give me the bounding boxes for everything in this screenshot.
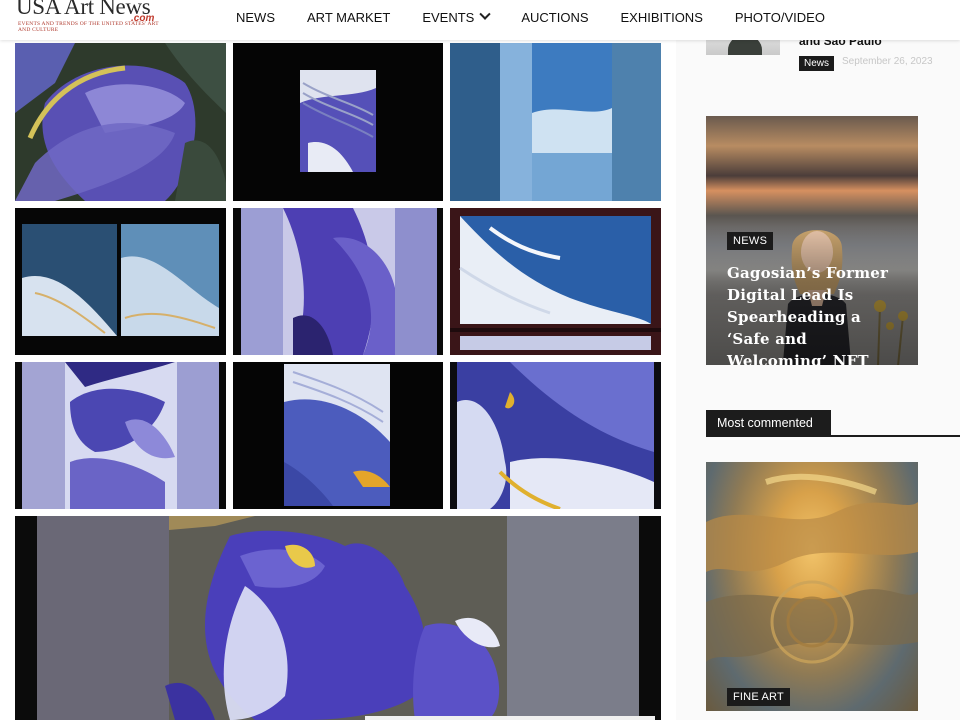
feature-article-category-badge[interactable]: NEWS <box>727 232 774 250</box>
nav-item-events[interactable]: EVENTS <box>422 8 492 25</box>
nav-item-photo-video[interactable]: PHOTO/VIDEO <box>735 10 825 25</box>
header-bar: USA Art News .com Events and trends of t… <box>0 0 960 40</box>
gallery-image-4[interactable] <box>15 208 226 355</box>
chevron-down-icon <box>479 8 492 20</box>
main-navigation: NEWS ART MARKET EVENTS AUCTIONS EXHIBITI… <box>236 0 857 34</box>
gallery-image-2[interactable] <box>233 43 443 201</box>
gallery-image-7[interactable] <box>15 362 226 509</box>
nav-item-label: NEWS <box>236 9 275 25</box>
gallery-image-1[interactable] <box>15 43 226 201</box>
iris-bloom-graphic <box>450 362 661 509</box>
nav-item-exhibitions[interactable]: EXHIBITIONS <box>621 10 703 25</box>
nav-item-label: EXHIBITIONS <box>620 9 703 25</box>
nav-item-art-market[interactable]: ART MARKET <box>307 10 390 25</box>
petal-print-graphic <box>233 43 443 201</box>
fine-art-category-badge[interactable]: FINE ART <box>727 688 790 706</box>
nav-item-auctions[interactable]: AUCTIONS <box>521 10 588 25</box>
most-commented-heading: Most commented <box>706 410 831 437</box>
fine-art-painting-graphic <box>706 473 918 664</box>
gallery-image-3[interactable] <box>450 43 661 201</box>
iris-strips-graphic <box>233 208 443 355</box>
logo-tagline: Events and trends of the United States' … <box>18 21 159 33</box>
petal-yellow-graphic <box>233 362 443 509</box>
gallery-image-10[interactable] <box>15 516 661 720</box>
iris-closeup-graphic <box>15 43 226 201</box>
gallery-image-8[interactable] <box>233 362 443 509</box>
iris-swirl-graphic <box>15 362 226 509</box>
nav-item-label: AUCTIONS <box>521 9 589 25</box>
framed-wave-graphic <box>450 208 661 355</box>
nav-item-label: EVENTS <box>422 9 475 25</box>
nav-item-label: PHOTO/VIDEO <box>734 9 825 25</box>
fine-art-article-image[interactable] <box>706 462 918 711</box>
gallery-image-9[interactable] <box>450 362 661 509</box>
top-article-category-badge[interactable]: News <box>799 56 835 71</box>
most-commented-divider <box>831 435 960 437</box>
sky-panels-graphic <box>450 43 661 201</box>
iris-large-graphic <box>15 516 661 720</box>
top-article-date: September 26, 2023 <box>842 56 933 67</box>
diptych-sky-graphic <box>15 208 226 355</box>
nav-item-news[interactable]: NEWS <box>236 10 275 25</box>
gallery-image-6[interactable] <box>450 208 661 355</box>
site-logo[interactable]: USA Art News .com Events and trends of t… <box>16 0 176 36</box>
gallery-image-5[interactable] <box>233 208 443 355</box>
nav-item-label: ART MARKET <box>307 9 391 25</box>
